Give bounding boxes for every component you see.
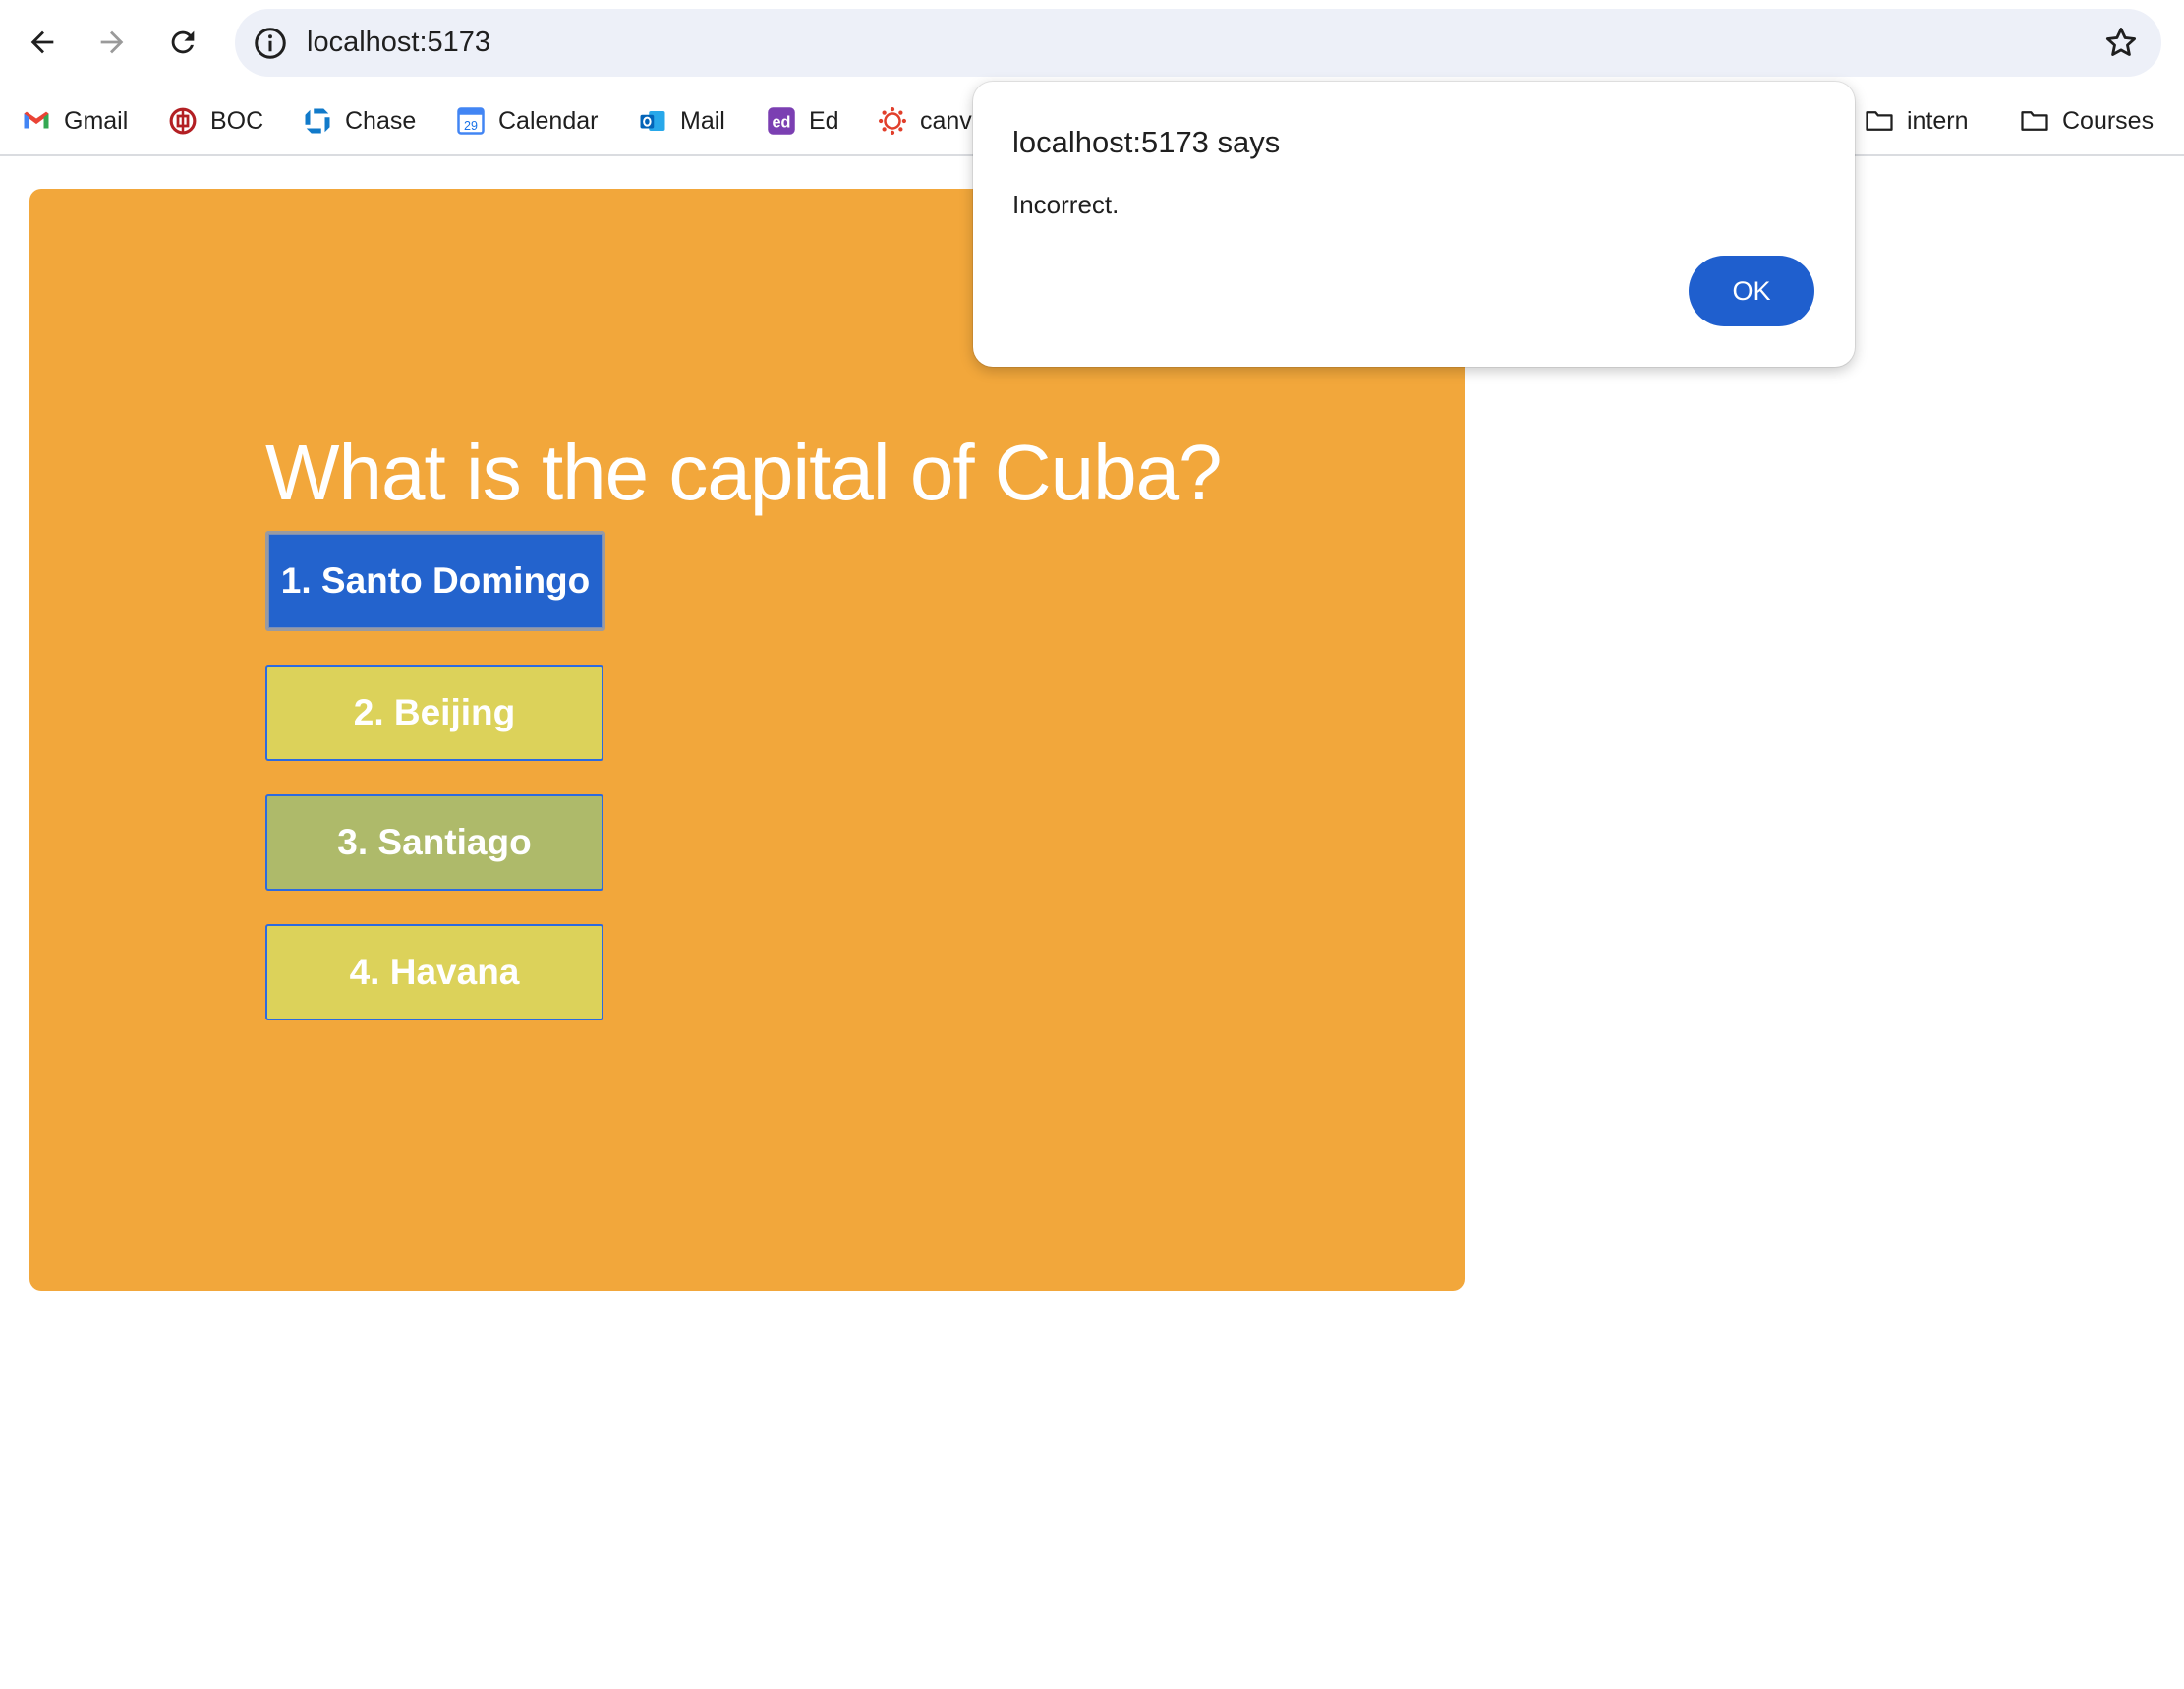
bookmark-label: BOC [210, 106, 264, 135]
forward-button[interactable] [87, 18, 137, 67]
svg-text:ed: ed [773, 113, 791, 131]
boc-icon [168, 106, 198, 136]
bookmark-star-icon[interactable] [2102, 24, 2140, 61]
reload-button[interactable] [158, 18, 207, 67]
ok-button[interactable]: OK [1689, 256, 1814, 326]
question-text: What is the capital of Cuba? [265, 429, 1223, 516]
bookmark-folder-courses[interactable]: Courses [2020, 101, 2154, 141]
bookmark-canvas[interactable]: canv [878, 101, 972, 141]
gmail-icon [22, 106, 51, 136]
browser-toolbar: localhost:5173 [0, 0, 2184, 87]
outlook-icon [638, 106, 667, 136]
reload-icon [171, 30, 195, 54]
bookmark-label: intern [1907, 106, 1969, 135]
svg-text:29: 29 [464, 119, 478, 133]
bookmark-folder-intern[interactable]: intern [1865, 101, 1969, 141]
folder-icon [1865, 106, 1894, 136]
bookmark-chase[interactable]: Chase [303, 101, 416, 141]
bookmark-calendar[interactable]: 29 Calendar [456, 101, 598, 141]
forward-arrow-icon [100, 30, 124, 54]
bookmark-label: canv [920, 106, 972, 135]
answer-button-4[interactable]: 4. Havana [265, 924, 603, 1020]
dialog-message: Incorrect. [1012, 190, 1120, 219]
bookmark-boc[interactable]: BOC [168, 101, 263, 141]
answer-button-1[interactable]: 1. Santo Domingo [265, 531, 605, 631]
bookmark-gmail[interactable]: Gmail [22, 101, 128, 141]
folder-icon [2020, 106, 2049, 136]
answer-button-2[interactable]: 2. Beijing [265, 665, 603, 761]
calendar-icon: 29 [456, 106, 486, 136]
bookmark-label: Courses [2062, 106, 2155, 135]
back-arrow-icon [30, 30, 54, 54]
answer-button-3[interactable]: 3. Santiago [265, 794, 603, 891]
dialog-title: localhost:5173 says [1012, 125, 1281, 159]
chase-icon [303, 106, 332, 136]
bookmark-label: Mail [680, 106, 725, 135]
bookmark-label: Ed [809, 106, 839, 135]
bookmark-mail[interactable]: Mail [638, 101, 725, 141]
url-text: localhost:5173 [307, 27, 491, 58]
browser-window: localhost:5173 Gmail BOC Chase 29 Calend… [0, 0, 2184, 1689]
bookmark-ed[interactable]: ed Ed [767, 101, 839, 141]
back-button[interactable] [18, 18, 67, 67]
bookmark-label: Chase [345, 106, 417, 135]
bookmark-label: Calendar [498, 106, 599, 135]
address-bar[interactable]: localhost:5173 [235, 9, 2161, 77]
site-info-icon[interactable] [253, 26, 288, 61]
canvas-icon [878, 106, 907, 136]
bookmark-label: Gmail [64, 106, 129, 135]
alert-dialog: localhost:5173 says Incorrect. OK [973, 82, 1855, 367]
ed-icon: ed [767, 106, 796, 136]
